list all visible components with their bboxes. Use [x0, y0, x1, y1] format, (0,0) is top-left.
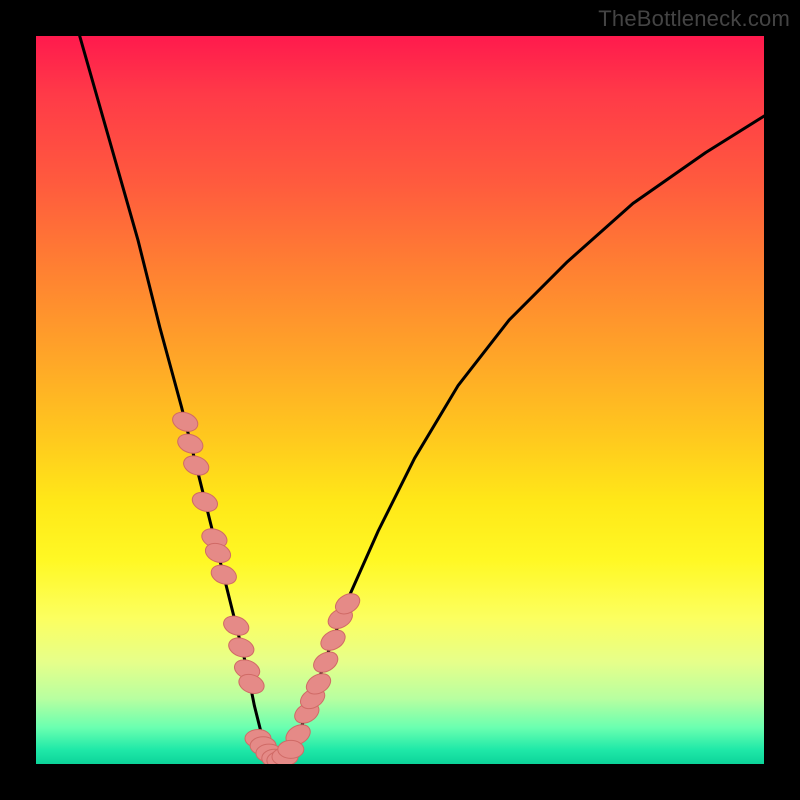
markers-left-branch: [170, 409, 267, 697]
attribution-text: TheBottleneck.com: [598, 6, 790, 32]
chart-frame: TheBottleneck.com: [0, 0, 800, 800]
markers-right-branch: [282, 590, 363, 750]
curve-layer: [36, 36, 764, 764]
plot-area: [36, 36, 764, 764]
bottleneck-curve: [80, 36, 764, 764]
